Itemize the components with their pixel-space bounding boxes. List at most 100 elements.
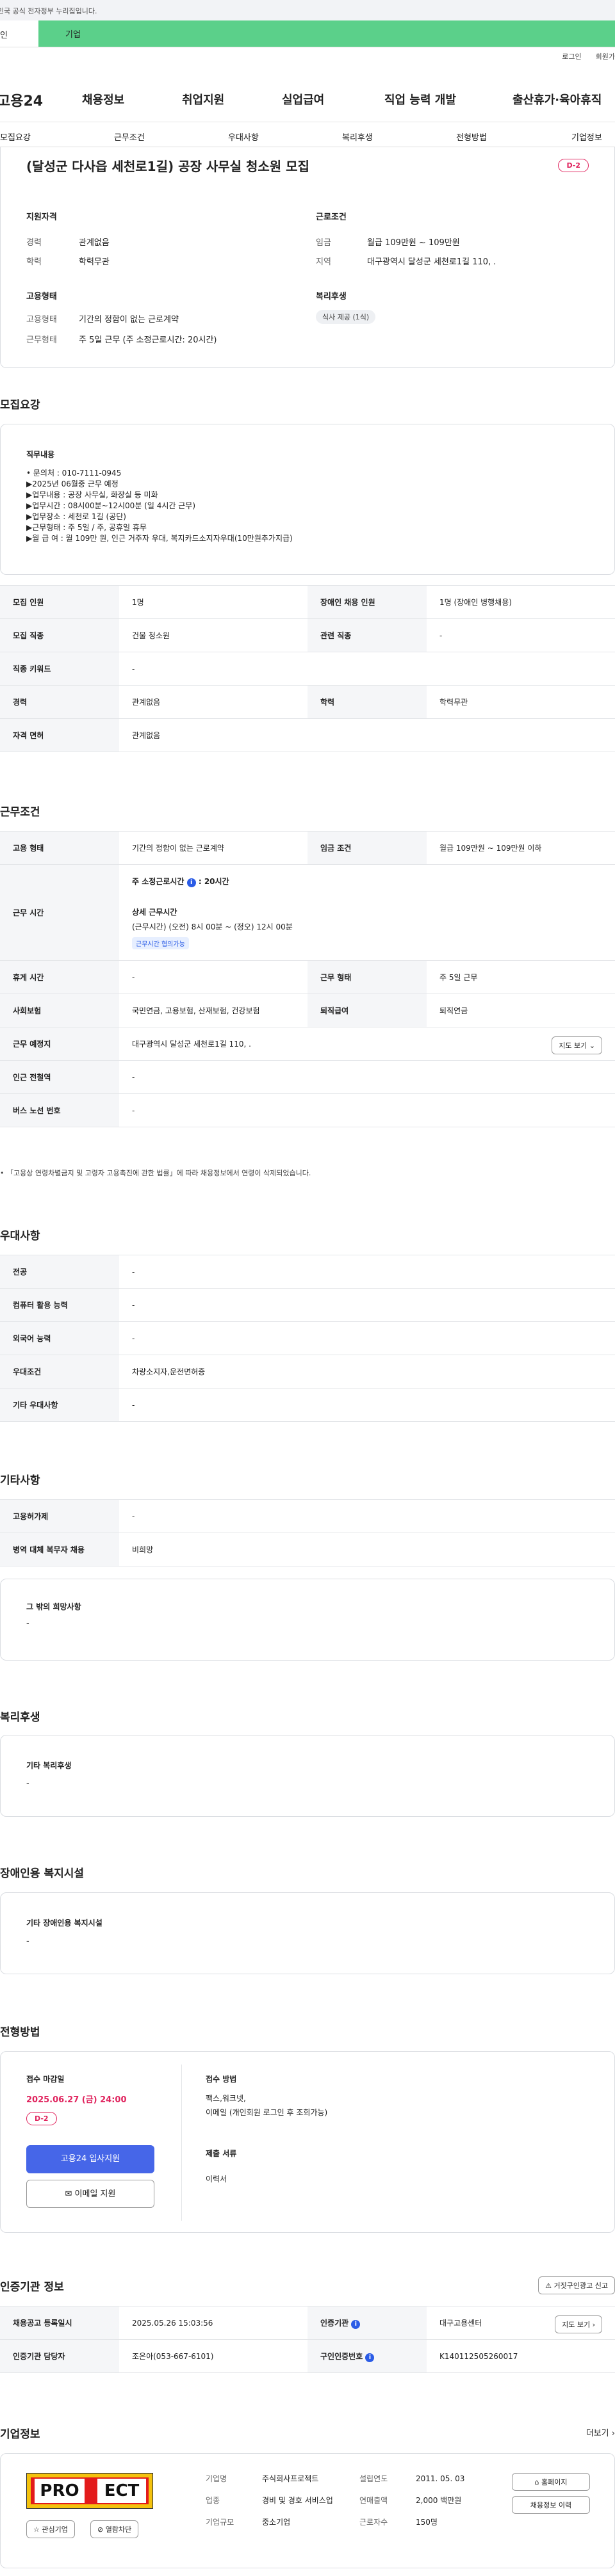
duty-line: ▶근무형태 : 주 5일 / 주, 공휴일 휴무 <box>26 523 147 532</box>
pref-table: 전공 - 컴퓨터 활용 능력 - 외국어 능력 - 우대조건 차량소지자,운전면허증 기… <box>0 1255 615 1422</box>
report-button[interactable]: ⚠ 거짓구인광고 신고 <box>538 2276 615 2294</box>
method-label: 접수 방법 <box>206 2075 237 2084</box>
info-icon[interactable]: i <box>365 2353 375 2362</box>
duty-label: 직무내용 <box>26 450 55 459</box>
homepage-button[interactable]: ⌂ 홈페이지 <box>512 2473 590 2491</box>
agency-heading: 인증기관 정보 <box>0 2281 64 2294</box>
logo-text: ECT <box>97 2479 146 2503</box>
tab-conditions[interactable]: 근무조건 <box>114 131 145 143</box>
home-icon: ⌂ <box>534 2478 539 2486</box>
table-value: - <box>427 618 615 652</box>
block-button[interactable]: ⊘ 열람차단 <box>90 2520 139 2538</box>
tab-personal[interactable]: 인 <box>0 20 38 47</box>
etc-other-value: - <box>26 1619 29 1629</box>
edu-value: 학력무관 <box>79 257 110 267</box>
nav-item-employment-support[interactable]: 취업지원 <box>182 91 224 108</box>
deadline-value: 2025.06.27 (금) 24:00 <box>26 2095 127 2105</box>
welfare-chip: 식사 제공 (1식) <box>316 310 376 324</box>
emptype-value: 기간의 정함이 없는 근로계약 <box>79 315 179 325</box>
table-key: 인근 전철역 <box>0 1060 119 1094</box>
qual-heading: 지원자격 <box>26 213 57 222</box>
nav-item-jobs[interactable]: 채용정보 <box>82 91 124 108</box>
welfare-value: - <box>26 1779 29 1789</box>
map-button[interactable]: 지도 보기 ⌄ <box>552 1036 602 1054</box>
summary-card: (달성군 다사읍 세천로1길) 공장 사무실 청소원 모집 D-2 지원자격 경… <box>0 147 615 368</box>
tab-recruit[interactable]: 모집요강 <box>0 131 31 143</box>
hours-detail: (근무시간) (오전) 8시 00분 ~ (정오) 12시 00분 <box>132 922 293 931</box>
table-value: 기간의 정함이 없는 근로계약 <box>119 831 308 865</box>
table-key: 모집 직종 <box>0 618 119 652</box>
edu-label: 학력 <box>26 257 42 267</box>
nav-item-leave[interactable]: 출산휴가·육아휴직 <box>512 91 602 108</box>
table-key: 구인인증번호 i <box>308 2339 427 2373</box>
place-value: 대구광역시 달성군 세천로1길 110, . <box>132 1040 251 1049</box>
apply-button[interactable]: 고용24 입사지원 <box>26 2145 154 2173</box>
org-cell: 대구고용센터 지도 보기 › <box>427 2306 615 2340</box>
table-value: K140112505260017 <box>427 2339 615 2373</box>
tab-company[interactable]: 기업 <box>38 20 615 47</box>
table-key: 직종 키워드 <box>0 652 119 686</box>
duty-line: ▶업무시간 : 08시00분~12시00분 (일 4시간 근무) <box>26 501 195 510</box>
table-key: 채용공고 등록일시 <box>0 2306 119 2340</box>
table-value: - <box>119 1388 615 1422</box>
industry-value: 경비 및 경호 서비스업 <box>262 2496 333 2505</box>
email-apply-button[interactable]: ✉ 이메일 지원 <box>26 2180 154 2208</box>
method-value: 이메일 (개인회원 로그인 후 조회가능) <box>206 2108 328 2117</box>
sales-label: 연매출액 <box>359 2496 388 2505</box>
org-value: 대구고용센터 <box>439 2319 482 2328</box>
join-link[interactable]: 회원가 <box>596 52 615 61</box>
agency-map-button[interactable]: 지도 보기 › <box>555 2315 602 2333</box>
table-value: - <box>119 1255 615 1289</box>
process-dday-badge: D-2 <box>26 2112 57 2125</box>
table-key: 인증기관 i <box>308 2306 427 2340</box>
tab-preference[interactable]: 우대사항 <box>228 131 259 143</box>
duty-line: ▶2025년 06월중 근무 예정 <box>26 479 119 488</box>
table-value: 비희망 <box>119 1533 615 1566</box>
recruit-table: 모집 인원 1명 장애인 채용 인원 1명 (장애인 병행채용) 모집 직종 건물 청소… <box>0 585 615 752</box>
login-link[interactable]: 로그인 <box>562 52 581 61</box>
career-label: 경력 <box>26 238 42 248</box>
org-key-label: 인증기관 <box>320 2318 349 2328</box>
favorite-company-button[interactable]: ☆ 관심기업 <box>26 2520 75 2538</box>
process-card: 접수 마감일 2025.06.27 (금) 24:00 D-2 고용24 입사지… <box>0 2051 615 2233</box>
tab-welfare[interactable]: 복리후생 <box>342 131 373 143</box>
site-logo[interactable]: 고용24 <box>0 90 43 110</box>
table-key: 관련 직종 <box>308 618 427 652</box>
nav-item-training[interactable]: 직업 능력 개발 <box>384 91 456 108</box>
table-key: 휴게 시간 <box>0 960 119 994</box>
map-button-label: 지도 보기 <box>559 1042 587 1050</box>
welfare-card: 기타 복리후생 - <box>0 1735 615 1817</box>
info-icon[interactable]: i <box>351 2319 361 2329</box>
deadline-label: 접수 마감일 <box>26 2075 65 2084</box>
nav-item-unemployment[interactable]: 실업급여 <box>282 91 324 108</box>
table-key: 경력 <box>0 685 119 719</box>
main-nav: 고용24 채용정보 취업지원 실업급여 직업 능력 개발 출산휴가·육아휴직 <box>0 90 615 109</box>
tab-company-info[interactable]: 기업정보 <box>571 131 602 143</box>
table-value: - <box>119 1288 615 1322</box>
duty-text: • 문의처 : 010-7111-0945 ▶2025년 06월중 근무 예정 … <box>26 468 293 544</box>
table-key: 퇴직급여 <box>308 994 427 1027</box>
table-value: 학력무관 <box>427 685 615 719</box>
company-name-label: 기업명 <box>206 2474 227 2483</box>
work-heading: 근무조건 <box>0 806 40 819</box>
tab-process[interactable]: 전형방법 <box>456 131 487 143</box>
report-button-label: 거짓구인광고 신고 <box>554 2282 608 2290</box>
num-key-label: 구인인증번호 <box>320 2351 363 2361</box>
table-key: 사회보험 <box>0 994 119 1027</box>
employees-value: 150명 <box>416 2518 438 2527</box>
hours-cell: 주 소정근로시간 i : 20시간 상세 근무시간 (근무시간) (오전) 8시… <box>119 864 615 961</box>
gov-banner-text: 이 누리집은 대한민국 공식 전자정부 누리집입니다. <box>0 7 97 15</box>
recruit-history-button[interactable]: 채용정보 이력 <box>512 2496 590 2514</box>
welfare-section-heading: 복리후생 <box>0 1711 40 1724</box>
table-key: 버스 노선 번호 <box>0 1093 119 1127</box>
info-icon[interactable]: i <box>186 878 196 887</box>
mail-icon: ✉ <box>65 2189 72 2199</box>
wage-value: 월급 109만원 ~ 109만원 <box>367 238 460 248</box>
more-link[interactable]: 더보기 › <box>586 2426 615 2438</box>
table-key: 전공 <box>0 1255 119 1289</box>
industry-label: 업종 <box>206 2496 220 2505</box>
table-key: 모집 인원 <box>0 585 119 619</box>
top-tab-bar: 인 기업 <box>0 20 615 47</box>
company-logo: PRO ECT <box>26 2473 153 2509</box>
facility-card: 기타 장애인용 복지시설 - <box>0 1892 615 1974</box>
